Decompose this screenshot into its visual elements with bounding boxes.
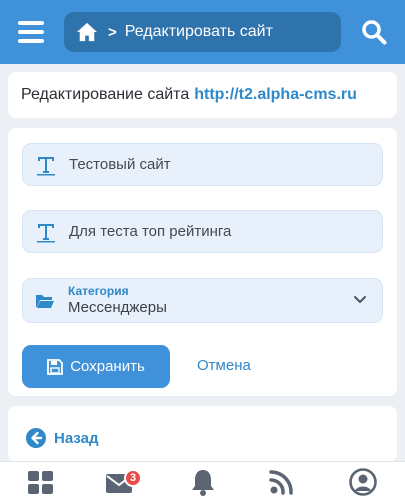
chevron-right-icon: >: [108, 23, 117, 41]
site-description-field[interactable]: Для теста топ рейтинга: [22, 210, 383, 253]
home-icon[interactable]: [76, 22, 98, 42]
edit-form: Тестовый сайт Для теста топ рейтинга Кат…: [8, 128, 397, 396]
site-host-link[interactable]: http://t2.alpha-cms.ru: [194, 86, 357, 104]
category-select[interactable]: Категория Мессенджеры: [22, 278, 383, 323]
folder-open-icon: [35, 292, 55, 310]
category-value: Мессенджеры: [68, 298, 167, 316]
mail-badge: 3: [124, 469, 142, 487]
page-title-card: Редактирование сайта http://t2.alpha-cms…: [8, 72, 397, 118]
cancel-button[interactable]: Отмена: [197, 357, 251, 374]
search-icon[interactable]: [361, 19, 387, 45]
category-label: Категория: [68, 283, 129, 298]
arrow-left-circle-icon: [26, 428, 46, 448]
save-button-label: Сохранить: [70, 358, 145, 375]
top-bar: > Редактировать сайт: [0, 0, 405, 64]
text-icon: [35, 154, 57, 176]
site-name-value: Тестовый сайт: [69, 156, 171, 173]
site-description-value: Для теста топ рейтинга: [69, 223, 232, 240]
back-card: Назад: [8, 406, 397, 462]
rss-icon[interactable]: [267, 468, 297, 496]
bottom-nav: 3: [0, 461, 405, 500]
breadcrumb-current: Редактировать сайт: [124, 23, 273, 40]
text-icon: [35, 221, 57, 243]
chevron-down-icon[interactable]: [352, 292, 368, 308]
user-icon[interactable]: [348, 468, 378, 496]
save-icon: [47, 358, 64, 375]
grid-icon[interactable]: [26, 468, 56, 496]
back-label: Назад: [54, 429, 99, 447]
menu-icon[interactable]: [18, 21, 44, 43]
save-button[interactable]: Сохранить: [22, 345, 170, 388]
page-title: Редактирование сайта: [21, 86, 190, 103]
breadcrumb[interactable]: > Редактировать сайт: [64, 12, 341, 52]
bell-icon[interactable]: [188, 468, 218, 496]
back-link[interactable]: Назад: [26, 428, 98, 448]
site-name-field[interactable]: Тестовый сайт: [22, 143, 383, 186]
